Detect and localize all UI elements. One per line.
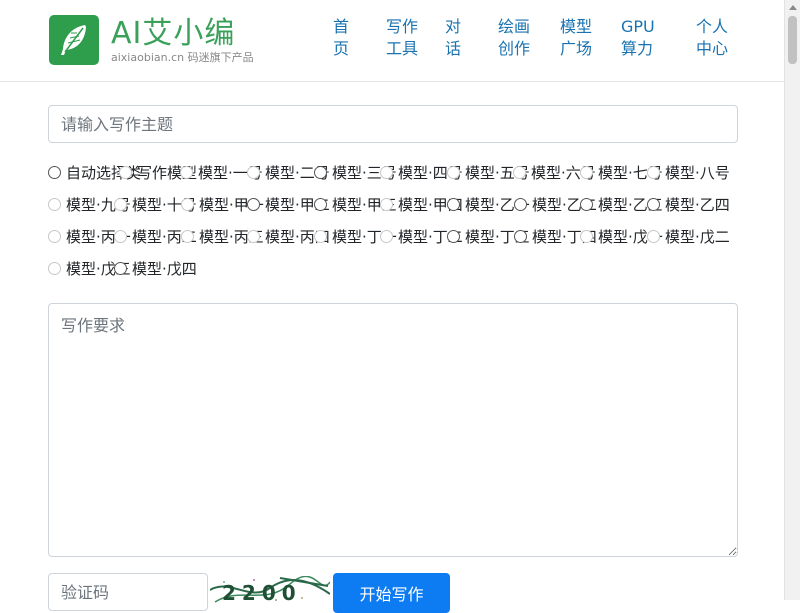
feather-icon [49,15,99,65]
radio-circle-icon [48,197,61,211]
nav-item-painting[interactable]: 绘画创作 [498,16,534,60]
submit-button[interactable]: 开始写作 [333,573,450,613]
radio-circle-icon [380,197,393,211]
radio-circle-icon [114,197,127,211]
radio-circle-icon [314,229,327,243]
radio-option: 模型·戊二 [647,226,730,246]
scroll-thumb[interactable] [788,16,797,64]
radio-circle-icon [513,165,526,179]
requirements-textarea[interactable] [48,303,738,557]
radio-circle-icon [48,229,61,243]
page-scrollbar[interactable] [784,0,800,600]
radio-option: 模型·八号 [647,162,730,182]
radio-circle-icon [314,197,327,211]
scroll-up-arrow-icon[interactable] [789,5,797,10]
radio-circle-icon [580,197,593,211]
radio-circle-icon [181,229,194,243]
radio-circle-icon [514,197,527,211]
radio-circle-icon [180,165,193,179]
nav-item-user-center[interactable]: 个人中心 [696,16,732,60]
nav-item-model-square[interactable]: 模型广场 [560,16,596,60]
radio-circle-icon [114,229,127,243]
radio-circle-icon [247,197,260,211]
nav-item-chat[interactable]: 对话 [445,16,463,60]
radio-circle-icon [447,165,460,179]
radio-circle-icon [647,165,660,179]
radio-circle-icon [580,229,593,243]
captcha-text: 2200 [222,581,302,605]
nav-item-writing-tools[interactable]: 写作工具 [386,16,422,60]
site-header: AI艾小编 aixiaobian.cn 码迷旗下产品 首页 写作工具 对话 绘画… [0,0,784,82]
radio-circle-icon [380,229,393,243]
captcha-image[interactable]: 2200 [210,576,330,606]
nav-item-home[interactable]: 首页 [333,16,351,60]
radio-circle-icon [580,165,593,179]
radio-circle-icon [48,261,61,275]
radio-circle-icon [380,165,393,179]
radio-circle-icon [514,229,527,243]
radio-circle-icon [447,229,460,243]
radio-circle-icon [647,197,660,211]
radio-circle-icon [447,197,460,211]
brand-subtitle: aixiaobian.cn 码迷旗下产品 [111,51,254,64]
radio-circle-icon [181,197,194,211]
radio-circle-icon [647,229,660,243]
radio-circle-icon [247,165,260,179]
site-logo[interactable]: AI艾小编 aixiaobian.cn 码迷旗下产品 [49,15,289,67]
topic-input[interactable] [48,105,738,143]
radio-circle-icon [247,229,260,243]
radio-option[interactable]: 模型·乙四 [647,194,730,214]
captcha-input[interactable] [48,573,208,611]
radio-option[interactable]: 模型·戊四 [114,258,197,278]
radio-circle-icon [48,165,61,179]
brand-title: AI艾小编 [111,16,236,51]
radio-circle-icon [314,165,327,179]
nav-item-gpu[interactable]: GPU算力 [621,16,661,60]
radio-circle-icon [119,165,132,179]
radio-circle-icon [114,261,127,275]
